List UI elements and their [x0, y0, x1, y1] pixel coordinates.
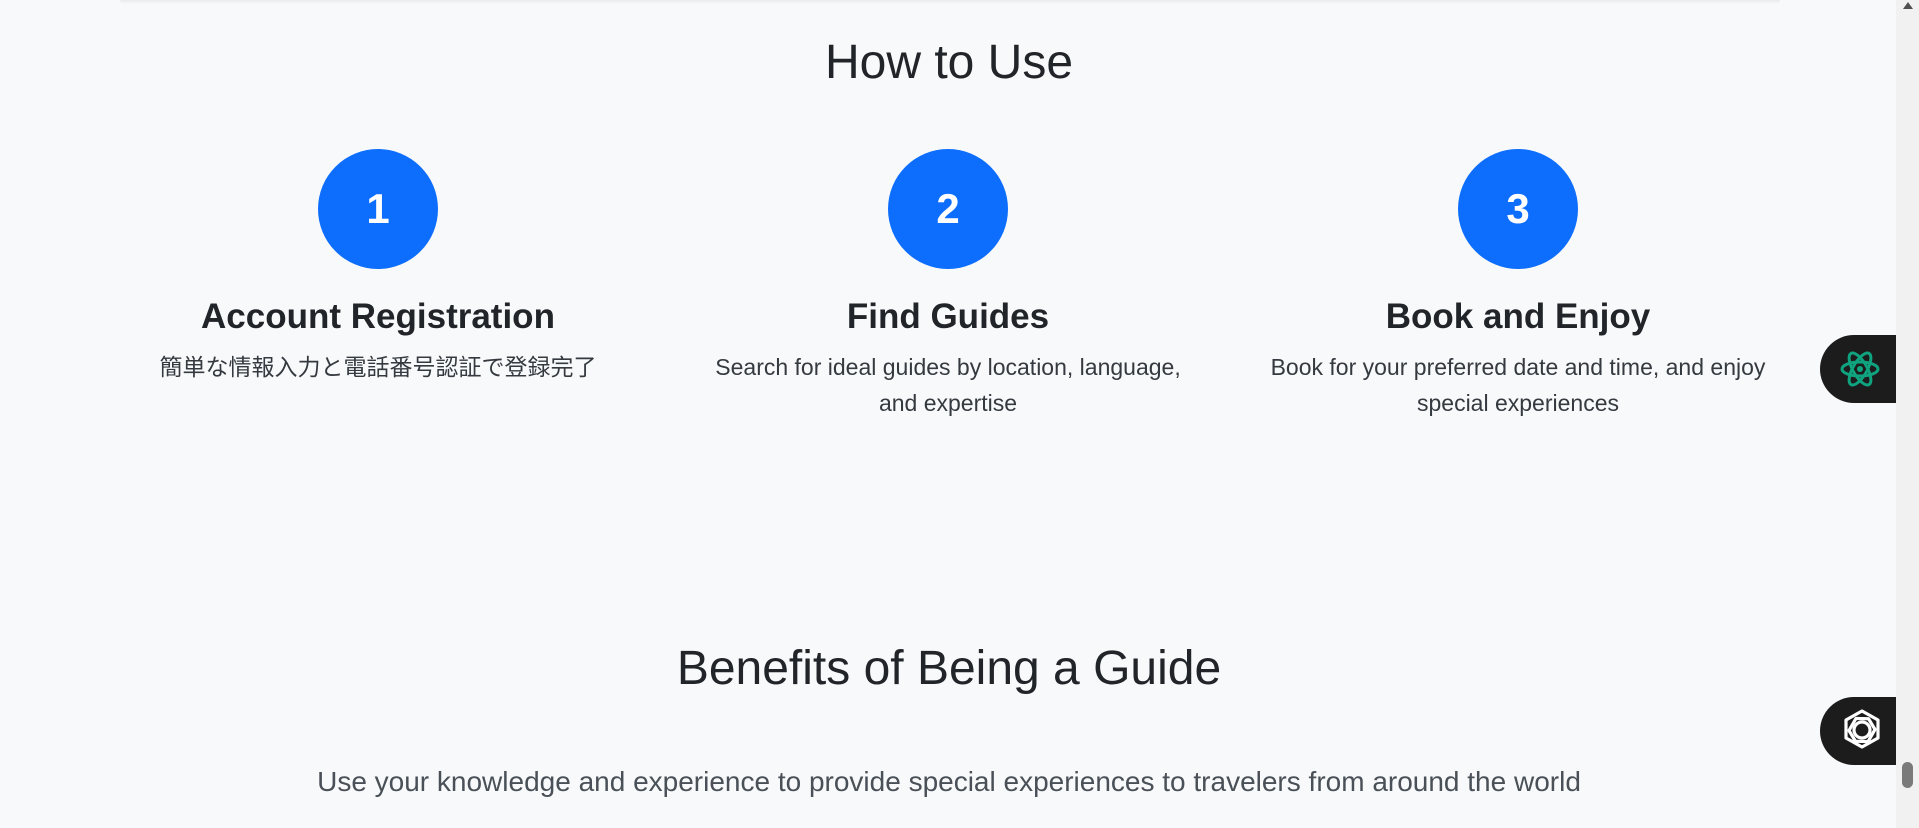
- step-number-badge: 2: [888, 149, 1008, 269]
- chatgpt-icon: [1840, 351, 1880, 387]
- step-description: 簡単な情報入力と電話番号認証で登録完了: [159, 354, 597, 380]
- ai-assistant-sidebar-button[interactable]: [1820, 697, 1896, 765]
- scrollbar-thumb[interactable]: [1902, 762, 1913, 788]
- step-description: Search for ideal guides by location, lan…: [715, 354, 1181, 416]
- chatgpt-sidebar-button[interactable]: [1820, 335, 1896, 403]
- hexagon-knot-icon: [1844, 709, 1880, 749]
- step-3: 3 Book and Enjoy Book for your preferred…: [1258, 149, 1778, 421]
- step-title: Account Registration: [201, 297, 555, 336]
- step-description: Book for your preferred date and time, a…: [1270, 354, 1766, 416]
- step-1: 1 Account Registration 簡単な情報入力と電話番号認証で登録…: [118, 149, 638, 385]
- step-number-badge: 3: [1458, 149, 1578, 269]
- step-number-badge: 1: [318, 149, 438, 269]
- benefits-title: Benefits of Being a Guide: [676, 642, 1222, 695]
- how-to-use-title: How to Use: [824, 36, 1074, 89]
- vertical-scrollbar[interactable]: [1896, 0, 1919, 828]
- benefits-lead-text: Use your knowledge and experience to pro…: [317, 766, 1581, 797]
- step-title: Book and Enjoy: [1385, 297, 1651, 336]
- navbar-shadow: [120, 0, 1780, 4]
- step-title: Find Guides: [846, 297, 1050, 336]
- scroll-up-arrow-icon[interactable]: [1903, 2, 1913, 9]
- step-2: 2 Find Guides Search for ideal guides by…: [688, 149, 1208, 421]
- page: How to Use 1 Account Registration 簡単な情報入…: [0, 0, 1919, 828]
